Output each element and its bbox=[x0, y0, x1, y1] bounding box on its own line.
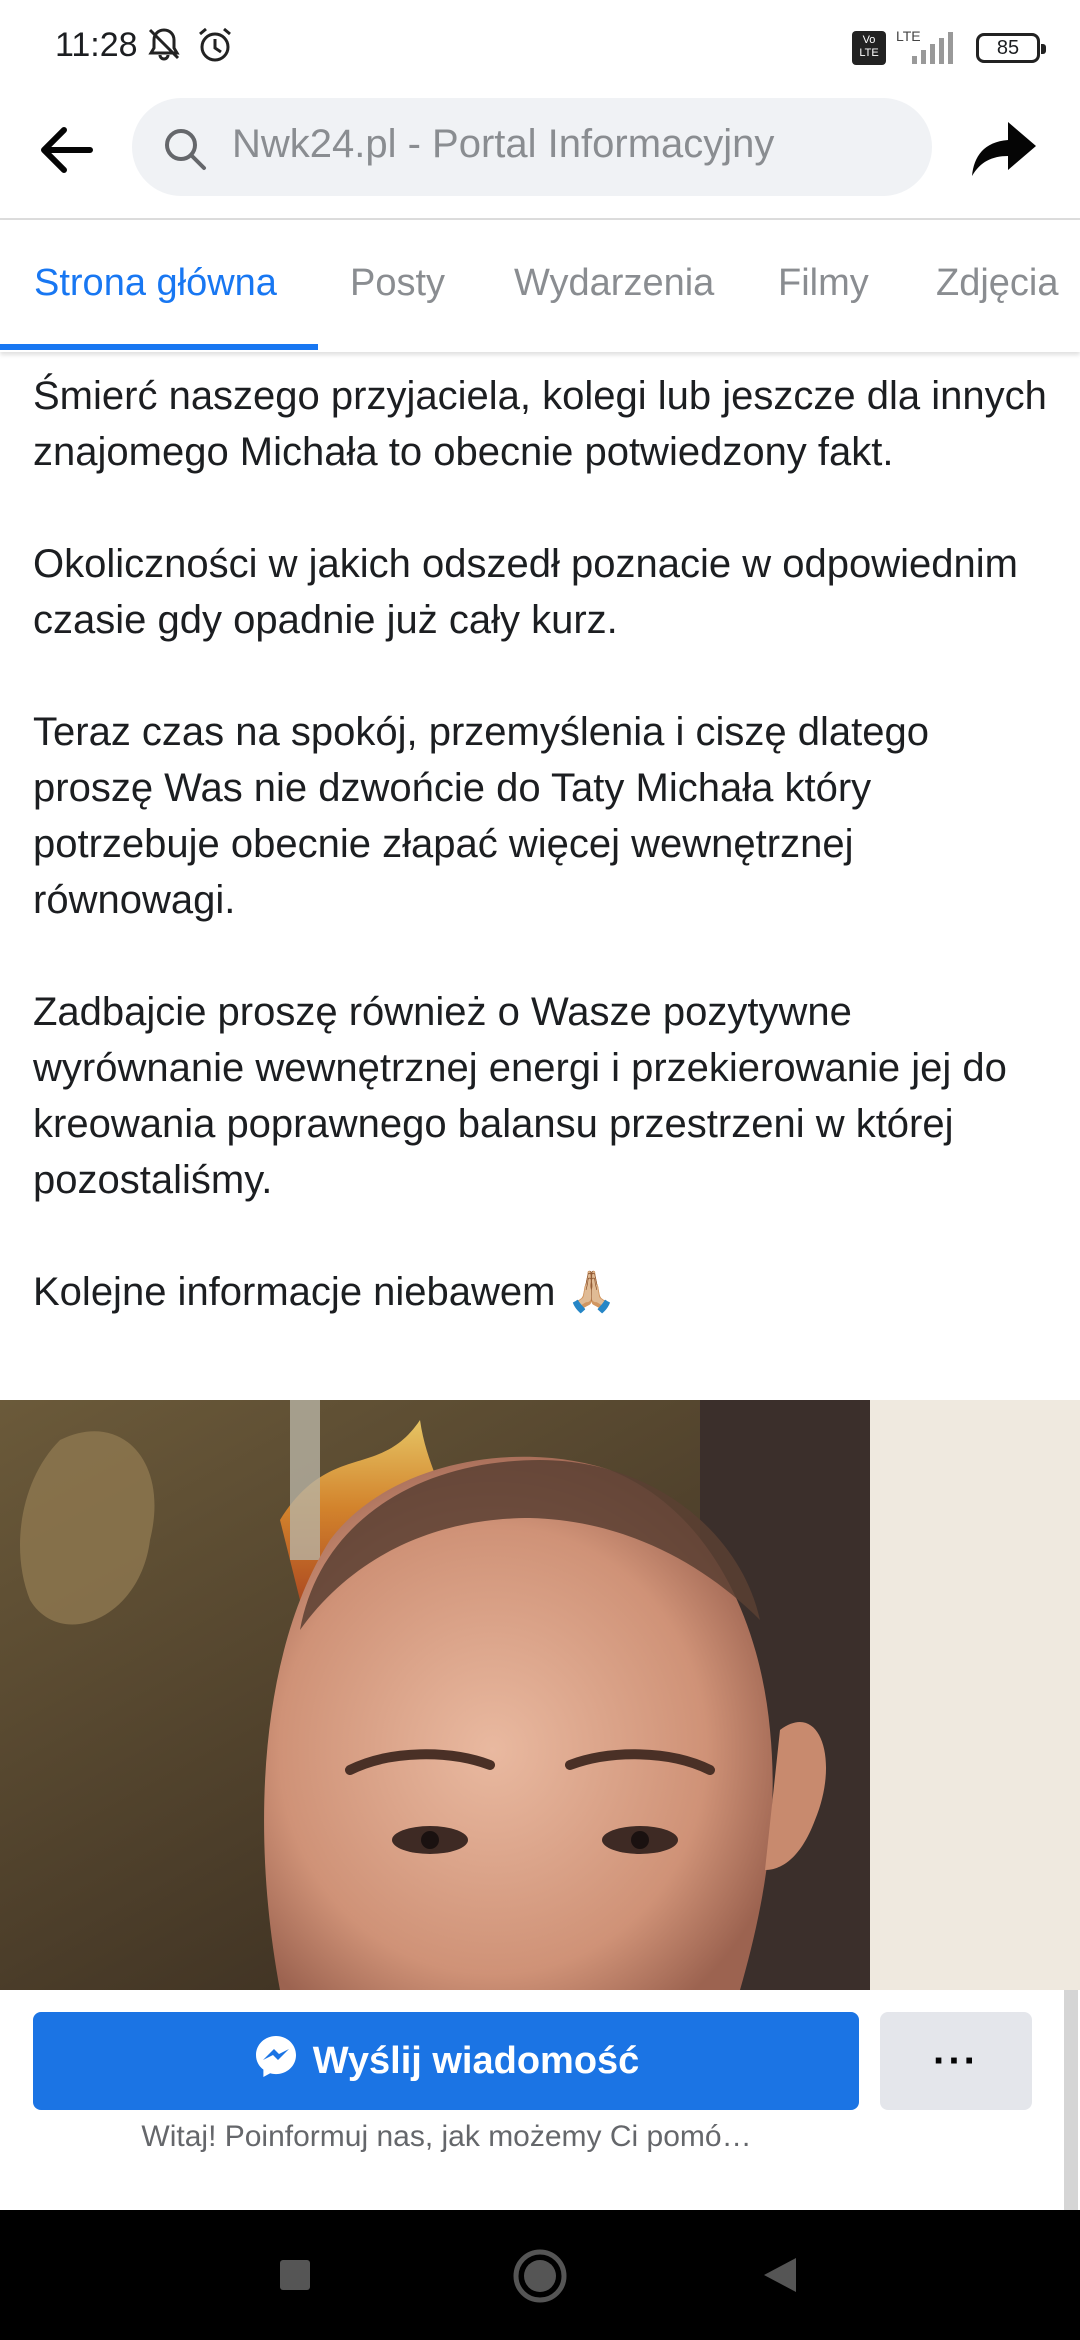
tab-videos[interactable]: Filmy bbox=[778, 262, 869, 305]
top-nav: Nwk24.pl - Portal Informacyjny bbox=[0, 90, 1080, 220]
send-message-label: Wyślij wiadomość bbox=[312, 2039, 640, 2082]
android-nav-bar bbox=[0, 2210, 1080, 2340]
active-tab-indicator bbox=[0, 344, 318, 350]
send-message-button[interactable]: Wyślij wiadomość bbox=[33, 2012, 859, 2110]
post-closing: Kolejne informacje niebawem 🙏🏼 bbox=[33, 1270, 617, 1314]
alarm-icon bbox=[194, 24, 236, 71]
post-paragraph: Zadbajcie proszę również o Wasze pozytyw… bbox=[33, 990, 1007, 1202]
battery-icon: 85 bbox=[976, 33, 1046, 63]
search-icon bbox=[162, 126, 208, 177]
greeting-text: Witaj! Poinformuj nas, jak możemy Ci pom… bbox=[141, 2120, 752, 2153]
post-text: Śmierć naszego przyjaciela, kolegi lub j… bbox=[33, 368, 1053, 1320]
scrollbar[interactable] bbox=[1064, 1990, 1078, 2210]
page-actions: Wyślij wiadomość ··· Witaj! Poinformuj n… bbox=[0, 1990, 1080, 2210]
share-icon[interactable] bbox=[968, 112, 1040, 184]
search-bar[interactable]: Nwk24.pl - Portal Informacyjny bbox=[132, 98, 932, 196]
back-arrow-icon[interactable] bbox=[30, 114, 102, 186]
more-options-button[interactable]: ··· bbox=[880, 2012, 1032, 2110]
tab-home[interactable]: Strona główna bbox=[34, 262, 277, 305]
messenger-icon bbox=[253, 2033, 299, 2089]
page-tabs: Strona główna Posty Wydarzenia Filmy Zdj… bbox=[0, 220, 1080, 352]
status-time: 11:28 bbox=[55, 26, 138, 64]
back-nav-icon[interactable] bbox=[762, 2256, 798, 2299]
volte-icon: Vo LTE bbox=[852, 31, 886, 65]
post-paragraph: Śmierć naszego przyjaciela, kolegi lub j… bbox=[33, 374, 1047, 474]
search-text: Nwk24.pl - Portal Informacyjny bbox=[232, 122, 775, 166]
status-right-icons: Vo LTE LTE 85 bbox=[852, 24, 1046, 72]
home-icon[interactable] bbox=[512, 2248, 568, 2309]
status-bar: 11:28 Vo LTE LTE 85 bbox=[0, 0, 1080, 90]
post-paragraph: Okoliczności w jakich odszedł poznacie w… bbox=[33, 542, 1018, 642]
tab-photos[interactable]: Zdjęcia bbox=[936, 262, 1059, 305]
bell-off-icon bbox=[144, 24, 184, 69]
recents-icon[interactable] bbox=[278, 2258, 312, 2297]
tab-posts[interactable]: Posty bbox=[350, 262, 445, 305]
post-photo[interactable] bbox=[0, 1400, 1080, 1990]
post-paragraph: Teraz czas na spokój, przemyślenia i cis… bbox=[33, 710, 929, 922]
signal-icon: LTE bbox=[896, 28, 966, 68]
tab-events[interactable]: Wydarzenia bbox=[514, 262, 714, 305]
